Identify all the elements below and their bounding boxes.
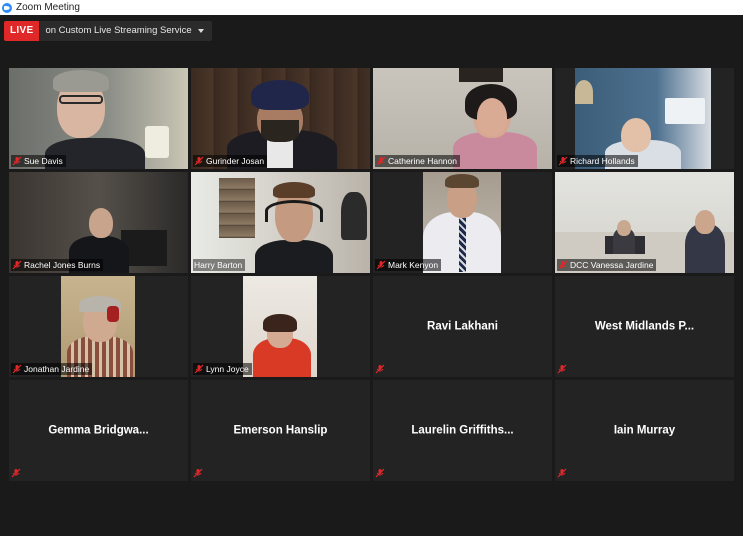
participant-video <box>575 68 711 169</box>
microphone-muted-icon <box>375 468 385 478</box>
live-badge: LIVE <box>4 21 40 41</box>
participant-tile[interactable]: Jonathan Jardine <box>9 276 188 377</box>
participant-name: Gemma Bridgwa... <box>48 423 149 436</box>
participant-tile-no-video[interactable]: Ravi Lakhani <box>373 276 552 377</box>
participant-name: Catherine Hannon <box>388 156 457 166</box>
participant-name-tag: Richard Hollands <box>557 155 638 167</box>
participant-name: Sue Davis <box>24 156 63 166</box>
zoom-app-icon <box>2 2 12 13</box>
participant-name-tag: Mark Kenyon <box>375 259 442 271</box>
participant-tile[interactable]: Lynn Joyce <box>191 276 370 377</box>
participant-tile[interactable]: Rachel Jones Burns <box>9 172 188 273</box>
participant-tile-no-video[interactable]: West Midlands P... <box>555 276 734 377</box>
microphone-muted-icon <box>194 156 204 166</box>
participant-name-tag: Catherine Hannon <box>375 155 460 167</box>
participant-name: Lynn Joyce <box>206 364 249 374</box>
participant-name: Jonathan Jardine <box>24 364 90 374</box>
participant-tile[interactable]: DCC Vanessa Jardine <box>555 172 734 273</box>
participant-tile[interactable]: Gurinder Josan <box>191 68 370 169</box>
participant-tile-no-video[interactable]: Gemma Bridgwa... <box>9 380 188 481</box>
participant-video <box>61 276 135 377</box>
microphone-muted-icon <box>11 468 21 478</box>
participant-name-tag: Jonathan Jardine <box>11 363 93 375</box>
microphone-muted-icon <box>376 156 386 166</box>
participant-video <box>191 172 370 273</box>
participant-name-tag: Lynn Joyce <box>193 363 252 375</box>
participant-tile-no-video[interactable]: Emerson Hanslip <box>191 380 370 481</box>
participant-tile-no-video[interactable]: Iain Murray <box>555 380 734 481</box>
microphone-muted-icon <box>376 260 386 270</box>
participant-name: Richard Hollands <box>570 156 635 166</box>
participant-name: Laurelin Griffiths... <box>411 423 514 436</box>
participant-name: Ravi Lakhani <box>427 319 498 332</box>
live-service-label: on Custom Live Streaming Service <box>45 25 192 36</box>
chevron-down-icon <box>197 29 204 33</box>
participant-video <box>191 68 370 169</box>
microphone-muted-icon <box>375 364 385 374</box>
participant-name: Gurinder Josan <box>206 156 265 166</box>
participant-video <box>373 68 552 169</box>
participant-tile[interactable]: Catherine Hannon <box>373 68 552 169</box>
participant-tile-no-video[interactable]: Laurelin Griffiths... <box>373 380 552 481</box>
microphone-muted-icon <box>558 260 568 270</box>
participant-name-tag: Harry Barton <box>193 259 246 271</box>
participant-tile[interactable]: Richard Hollands <box>555 68 734 169</box>
participant-name: Rachel Jones Burns <box>24 260 101 270</box>
participant-name-tag: Gurinder Josan <box>193 155 268 167</box>
participant-name: DCC Vanessa Jardine <box>570 260 654 270</box>
participant-name: Harry Barton <box>194 260 243 270</box>
microphone-muted-icon <box>194 364 204 374</box>
participant-name-tag: DCC Vanessa Jardine <box>557 259 657 271</box>
window-title: Zoom Meeting <box>16 2 80 13</box>
participant-tile-active-speaker[interactable]: Harry Barton <box>191 172 370 273</box>
participant-video <box>9 172 188 273</box>
microphone-muted-icon <box>12 364 22 374</box>
participant-video <box>9 68 188 169</box>
microphone-muted-icon <box>193 468 203 478</box>
participant-name: Mark Kenyon <box>388 260 439 270</box>
microphone-muted-icon <box>557 468 567 478</box>
participant-tile[interactable]: Mark Kenyon <box>373 172 552 273</box>
microphone-muted-icon <box>12 156 22 166</box>
gallery-view: Sue Davis Gurinder Josan Catherine Hanno… <box>9 68 734 482</box>
participant-name: Iain Murray <box>613 423 676 436</box>
participant-video <box>555 172 734 273</box>
participant-name: Emerson Hanslip <box>233 423 328 436</box>
participant-name: West Midlands P... <box>594 319 695 332</box>
participant-tile[interactable]: Sue Davis <box>9 68 188 169</box>
microphone-muted-icon <box>12 260 22 270</box>
live-service-dropdown[interactable]: on Custom Live Streaming Service <box>39 21 212 41</box>
participant-video <box>423 172 501 273</box>
participant-video <box>243 276 317 377</box>
window-titlebar: Zoom Meeting <box>0 0 743 15</box>
participant-name-tag: Sue Davis <box>11 155 66 167</box>
microphone-muted-icon <box>557 364 567 374</box>
participant-name-tag: Rachel Jones Burns <box>11 259 104 271</box>
microphone-muted-icon <box>558 156 568 166</box>
live-stream-indicator[interactable]: LIVE on Custom Live Streaming Service <box>4 21 212 41</box>
